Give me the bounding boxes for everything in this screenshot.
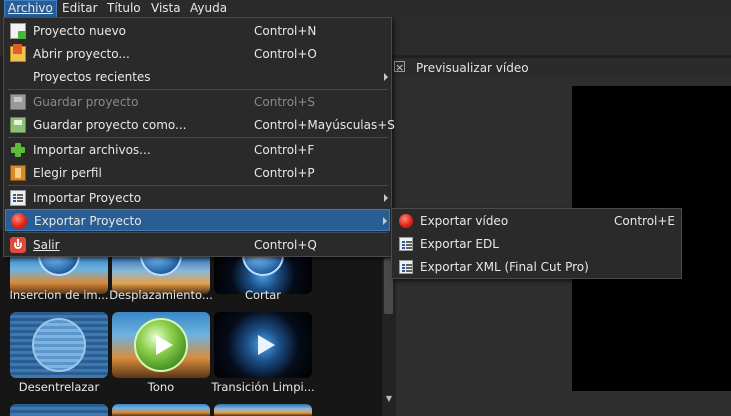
menu-item-choose-profile[interactable]: Elegir perfil Control+P [5,162,390,184]
menu-item-recent-projects[interactable]: Proyectos recientes [5,66,390,88]
film-icon [10,165,26,181]
menu-separator [8,185,388,186]
menu-item-new-project[interactable]: Proyecto nuevo Control+N [5,20,390,42]
record-icon [399,214,413,228]
list-icon [10,190,26,206]
menu-vista[interactable]: Vista [148,0,184,18]
submenu-item-export-xml[interactable]: Exportar XML (Final Cut Pro) [393,256,680,279]
export-submenu: Exportar vídeo Control+E Exportar EDL Ex… [391,208,682,279]
effect-thumbnail[interactable] [112,404,210,416]
menu-separator [8,232,388,233]
menu-archivo[interactable]: Archivo [4,0,57,18]
file-menu: Proyecto nuevo Control+N Abrir proyecto.… [3,17,395,257]
effect-label: Desplazamiento... [109,288,213,302]
list-icon [399,260,413,274]
menu-editar[interactable]: Editar [59,0,101,18]
new-project-icon [10,23,26,39]
orb-icon [140,256,182,276]
menu-titulo[interactable]: Título [104,0,144,18]
menu-item-import-project[interactable]: Importar Proyecto [5,187,390,209]
play-icon [156,335,173,355]
scroll-down-arrow-icon[interactable]: ▼ [383,393,395,405]
record-icon [11,213,27,229]
orb-icon [38,256,80,276]
save-icon [10,94,26,110]
effect-thumbnail[interactable] [10,312,108,378]
open-project-icon [10,44,26,62]
menu-item-import-files[interactable]: Importar archivos... Control+F [5,139,390,161]
play-icon [258,335,275,355]
orb-icon [242,256,284,276]
effect-label: Cortar [244,288,282,302]
effect-label: Insercion de im... [9,288,109,302]
menu-separator [8,89,388,90]
effect-thumbnail[interactable] [112,312,210,378]
submenu-item-export-edl[interactable]: Exportar EDL [393,233,680,256]
submenu-item-export-video[interactable]: Exportar vídeo Control+E [393,210,680,233]
menu-item-save-project[interactable]: Guardar proyecto Control+S [5,91,390,113]
effect-thumbnail[interactable] [10,404,108,416]
preview-dock-title: Previsualizar vídeo [416,61,529,75]
submenu-arrow-icon [384,194,388,202]
effect-label: Tono [147,380,175,394]
plus-icon [10,142,26,158]
menu-item-quit[interactable]: Salir Control+Q [5,234,390,256]
menu-ayuda[interactable]: Ayuda [187,0,230,18]
effect-label: Desentrelazar [18,380,100,394]
submenu-arrow-icon [384,73,388,81]
save-as-icon [10,117,26,133]
menu-item-open-project[interactable]: Abrir proyecto... Control+O [5,43,390,65]
menu-item-save-project-as[interactable]: Guardar proyecto como... Control+Mayúscu… [5,114,395,136]
effects-panel: Insercion de im... Desplazamiento... Cor… [0,230,382,416]
menubar: Archivo Editar Título Vista Ayuda [0,0,731,18]
submenu-arrow-icon [383,217,387,225]
orb-icon [32,318,86,372]
power-icon [10,237,26,253]
menu-item-export-project[interactable]: Exportar Proyecto [5,209,390,231]
effect-thumbnail[interactable] [214,404,312,416]
close-icon[interactable]: × [394,61,405,73]
list-icon [399,237,413,251]
menu-separator [8,137,388,138]
effect-label: Transición Limpi... [211,380,315,394]
effect-thumbnail[interactable] [214,312,312,378]
